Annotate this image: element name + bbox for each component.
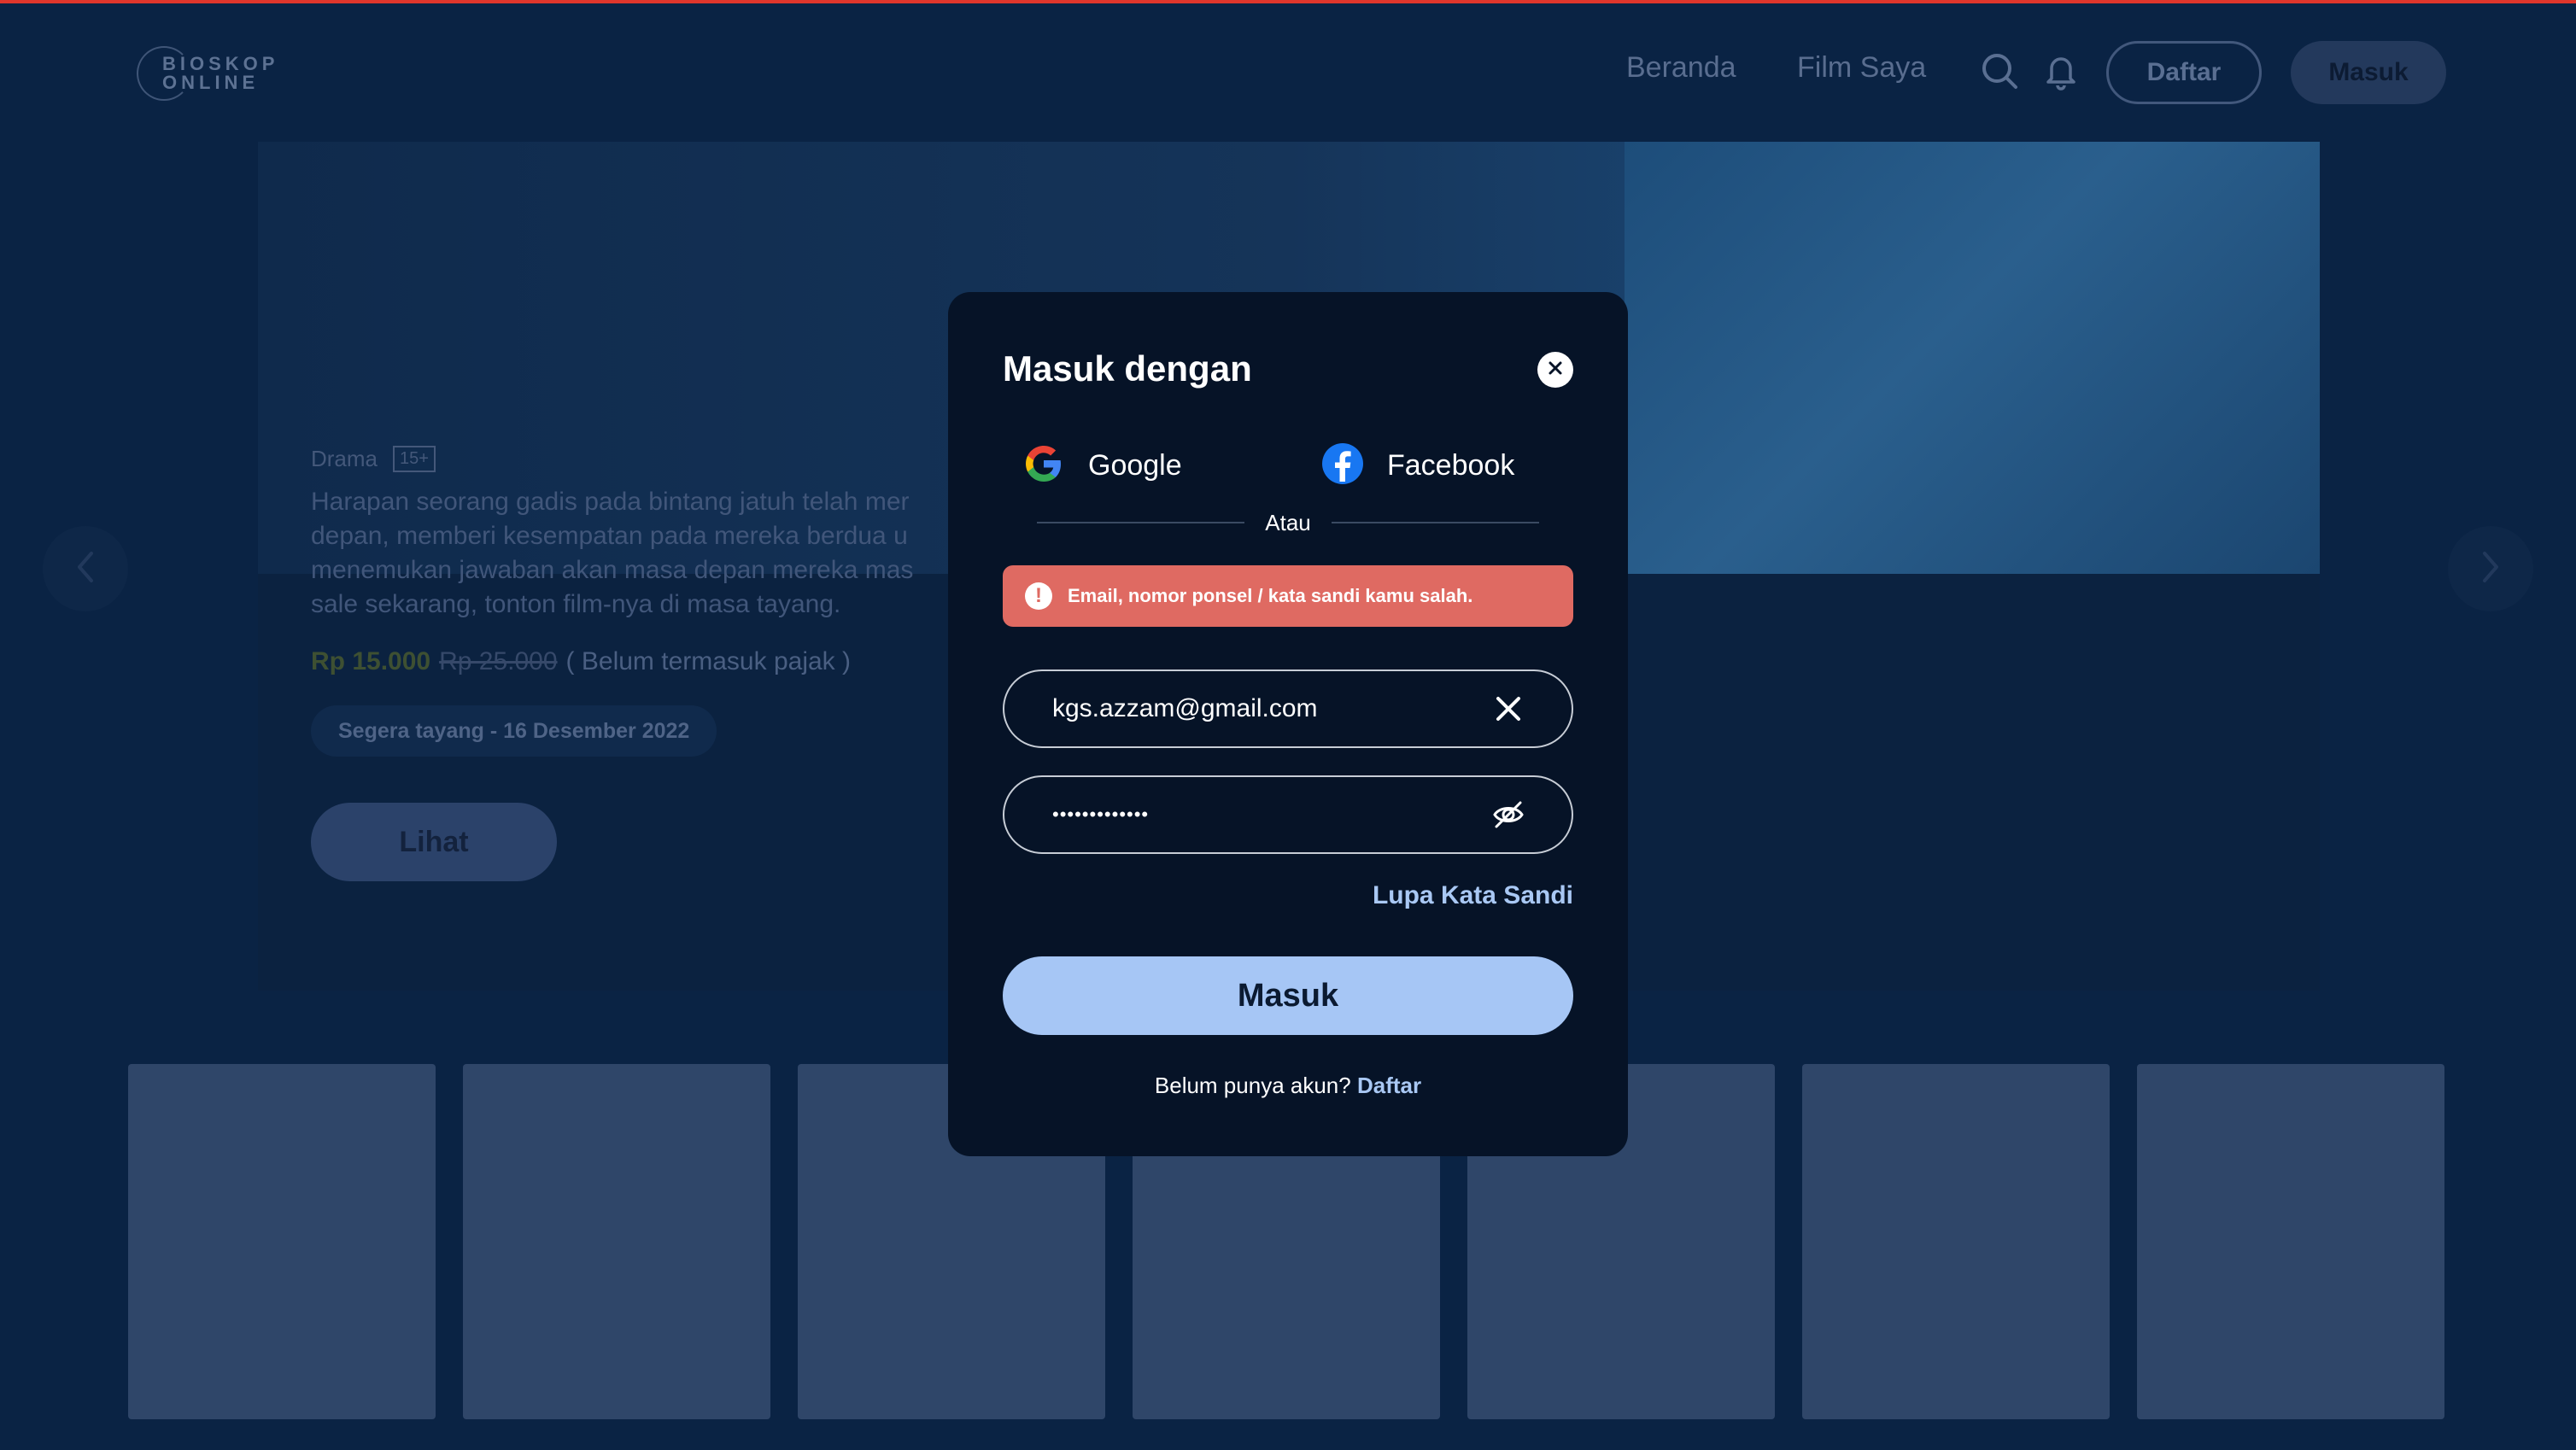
release-badge: Segera tayang - 16 Desember 2022 [311,705,717,757]
carousel-prev-button[interactable] [43,526,128,611]
modal-title: Masuk dengan [1003,348,1252,389]
alert-icon: ! [1025,582,1052,610]
email-field[interactable]: kgs.azzam@gmail.com [1003,669,1573,748]
view-button[interactable]: Lihat [311,803,557,881]
hero-image [1625,142,2320,574]
clear-icon[interactable] [1491,692,1525,726]
google-login-button[interactable]: Google [1022,436,1182,495]
facebook-login-button[interactable]: Facebook [1320,436,1514,495]
close-icon [1547,360,1564,381]
divider-line-right [1331,522,1539,523]
password-value[interactable]: ••••••••••••• [1052,804,1491,826]
logo-line-1: BIOSKOP [162,53,279,74]
poster-card[interactable] [1802,1064,2110,1419]
chevron-right-icon [2478,550,2503,588]
facebook-icon [1320,441,1365,490]
password-field[interactable]: ••••••••••••• [1003,775,1573,854]
close-button[interactable] [1537,352,1573,388]
google-label: Google [1088,448,1182,482]
login-modal: Masuk dengan Google Facebook Atau ! Emai… [948,292,1628,1156]
signup-link[interactable]: Daftar [1357,1073,1421,1098]
register-button[interactable]: Daftar [2106,41,2262,104]
age-rating-badge: 15+ [393,446,436,472]
forgot-password-link[interactable]: Lupa Kata Sandi [1373,881,1573,910]
signup-prompt: Belum punya akun? [1154,1073,1351,1098]
bell-icon[interactable] [2041,51,2081,91]
error-message: Email, nomor ponsel / kata sandi kamu sa… [1068,585,1473,606]
login-button[interactable]: Masuk [2291,41,2446,104]
carousel-next-button[interactable] [2448,526,2533,611]
poster-card[interactable] [2137,1064,2444,1419]
price-current: Rp 15.000 [311,647,431,675]
price-row: Rp 15.000 Rp 25.000 ( Belum termasuk paj… [311,647,851,676]
facebook-label: Facebook [1387,448,1515,482]
logo[interactable]: BIOSKOP ONLINE [137,41,290,102]
search-icon[interactable] [1980,51,2019,91]
hero-tags: Drama 15+ [311,446,436,472]
divider-line-left [1037,522,1245,523]
submit-login-button[interactable]: Masuk [1003,956,1573,1035]
divider: Atau [1037,506,1539,540]
nav-link-beranda[interactable]: Beranda [1626,51,1736,85]
poster-card[interactable] [128,1064,436,1419]
nav-link-film-saya[interactable]: Film Saya [1797,51,1926,85]
navbar: BIOSKOP ONLINE Beranda Film Saya Daftar … [0,3,2576,140]
logo-line-2: ONLINE [162,72,260,93]
hero-description: Harapan seorang gadis pada bintang jatuh… [311,488,914,618]
poster-card[interactable] [463,1064,770,1419]
signup-row: Belum punya akun? Daftar [948,1073,1628,1099]
email-value[interactable]: kgs.azzam@gmail.com [1052,694,1491,723]
divider-text: Atau [1265,509,1311,535]
error-alert: ! Email, nomor ponsel / kata sandi kamu … [1003,565,1573,627]
logo-text: BIOSKOP ONLINE [162,55,282,92]
genre-label: Drama [311,446,378,471]
price-original: Rp 25.000 [439,647,558,675]
price-note: ( Belum termasuk pajak ) [565,647,851,675]
chevron-left-icon [73,550,98,588]
google-icon [1022,441,1066,490]
eye-off-icon[interactable] [1491,798,1525,832]
